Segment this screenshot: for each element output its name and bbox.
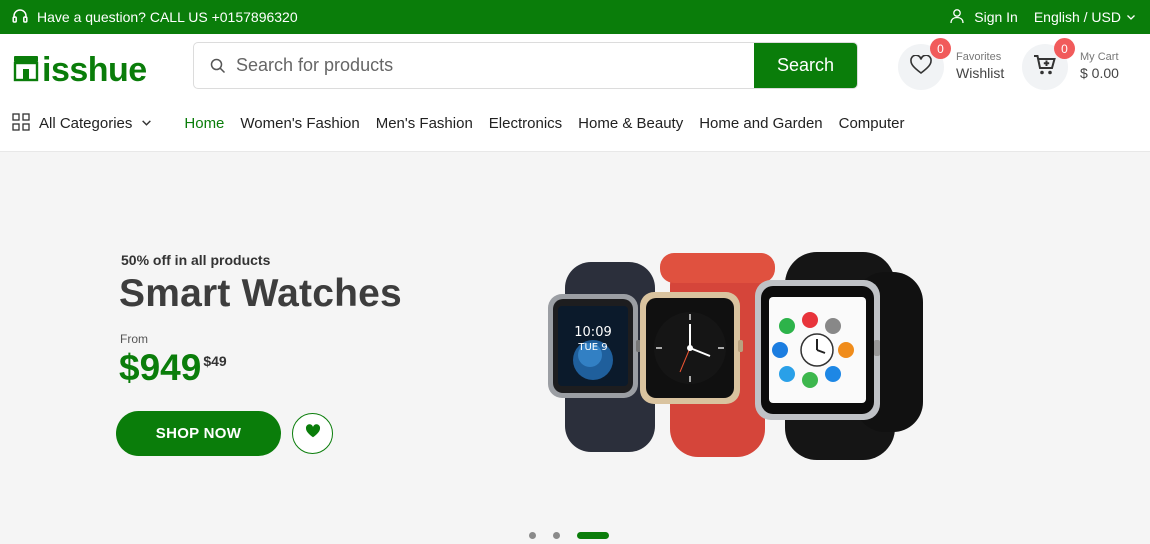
watch-time: 10:09 bbox=[574, 325, 611, 340]
logo[interactable]: isshue bbox=[12, 52, 147, 87]
shop-now-button[interactable]: SHOP NOW bbox=[116, 411, 281, 456]
heart-icon bbox=[305, 424, 321, 443]
sign-in-label: Sign In bbox=[974, 9, 1018, 25]
wishlist-icon-circle: 0 bbox=[898, 38, 951, 90]
add-to-favorites-button[interactable] bbox=[292, 413, 333, 454]
hero-banner: 50% off in all products Smart Watches Fr… bbox=[0, 152, 1150, 544]
cart-icon bbox=[1033, 54, 1057, 81]
price-cents: $49 bbox=[203, 353, 227, 369]
cart-icon-circle: 0 bbox=[1022, 38, 1075, 90]
slider-dot-2[interactable] bbox=[553, 532, 560, 539]
search-input[interactable] bbox=[234, 43, 754, 88]
main-nav: All Categories Home Women's Fashion Men'… bbox=[0, 96, 1150, 152]
grid-icon bbox=[12, 112, 30, 135]
hero-subtitle: 50% off in all products bbox=[121, 252, 271, 268]
chevron-down-icon bbox=[1126, 9, 1136, 25]
logo-text: isshue bbox=[42, 50, 147, 89]
cart-total: $ 0.00 bbox=[1080, 65, 1119, 82]
contact-info: Have a question? CALL US +0157896320 bbox=[11, 7, 298, 28]
cart-small-label: My Cart bbox=[1080, 51, 1119, 64]
cart-count-badge: 0 bbox=[1054, 38, 1075, 59]
wishlist-button[interactable]: 0 Favorites Wishlist bbox=[898, 38, 1005, 90]
all-categories-dropdown[interactable]: All Categories bbox=[12, 112, 152, 135]
nav-item-electronics[interactable]: Electronics bbox=[489, 115, 562, 132]
top-bar: Have a question? CALL US +0157896320 Sig… bbox=[0, 0, 1150, 34]
search-icon bbox=[194, 43, 234, 88]
sign-in-link[interactable]: Sign In bbox=[949, 8, 1018, 27]
contact-text: Have a question? CALL US +0157896320 bbox=[37, 9, 298, 25]
chevron-down-icon bbox=[141, 115, 152, 132]
slider-dot-1[interactable] bbox=[529, 532, 536, 539]
search-button[interactable]: Search bbox=[754, 43, 857, 88]
nav-item-mens-fashion[interactable]: Men's Fashion bbox=[376, 115, 473, 132]
headset-icon bbox=[11, 7, 29, 28]
hero-title: Smart Watches bbox=[119, 272, 402, 315]
wishlist-small-label: Favorites bbox=[956, 51, 1002, 64]
nav-item-womens-fashion[interactable]: Women's Fashion bbox=[240, 115, 359, 132]
nav-item-home-beauty[interactable]: Home & Beauty bbox=[578, 115, 683, 132]
language-selector[interactable]: English / USD bbox=[1034, 9, 1136, 25]
watch-day: TUE 9 bbox=[577, 342, 607, 353]
nav-item-home-garden[interactable]: Home and Garden bbox=[699, 115, 822, 132]
price-main: $949 bbox=[119, 347, 202, 388]
wishlist-count-badge: 0 bbox=[930, 38, 951, 59]
nav-item-home[interactable]: Home bbox=[184, 115, 224, 132]
hero-price: $949 $49 bbox=[119, 347, 227, 389]
cart-button[interactable]: 0 My Cart $ 0.00 bbox=[1022, 38, 1119, 90]
site-header: isshue Search 0 Favorites Wishlist 0 My … bbox=[0, 34, 1150, 96]
search-bar: Search bbox=[193, 42, 858, 89]
nav-item-computer[interactable]: Computer bbox=[839, 115, 905, 132]
shop-icon bbox=[12, 52, 40, 87]
slider-dot-3[interactable] bbox=[577, 532, 609, 539]
smart-watches-image: 10:09 TUE 9 bbox=[540, 252, 930, 467]
heart-icon bbox=[910, 53, 932, 80]
wishlist-label: Wishlist bbox=[956, 65, 1005, 82]
slider-dots bbox=[529, 532, 609, 539]
all-categories-label: All Categories bbox=[39, 115, 133, 132]
language-label: English / USD bbox=[1033, 9, 1121, 25]
user-icon bbox=[949, 8, 965, 27]
price-from-label: From bbox=[120, 332, 148, 346]
